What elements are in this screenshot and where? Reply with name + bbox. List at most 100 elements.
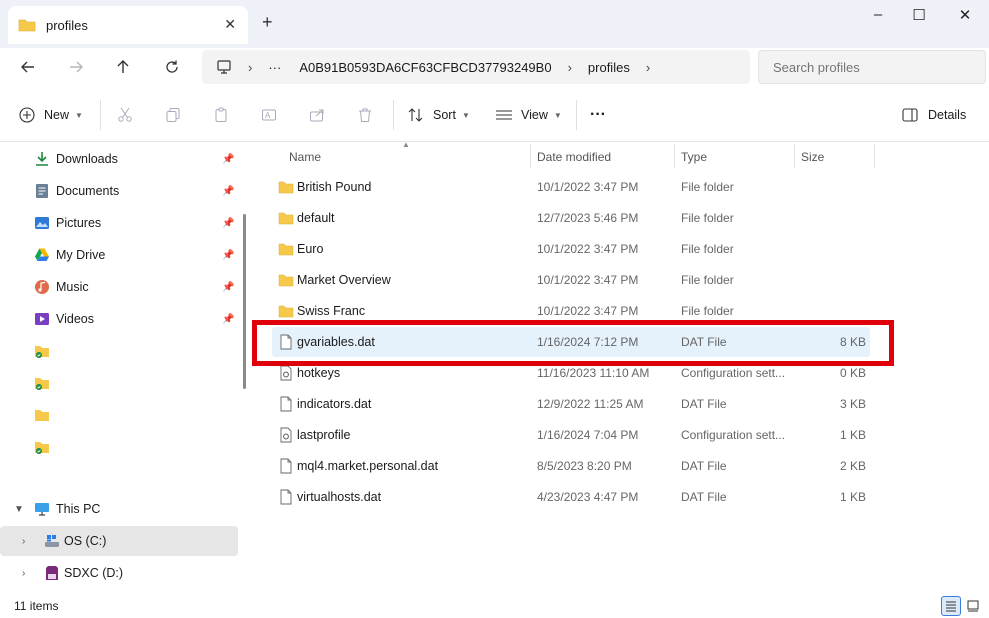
search-input[interactable] xyxy=(758,50,986,84)
breadcrumb-segment[interactable]: A0B91B0593DA6CF63CFBCD37793249B0 xyxy=(299,60,551,75)
sidebar-item-folder[interactable] xyxy=(0,400,238,430)
sidebar-item-music[interactable]: Music 📌 xyxy=(0,272,238,302)
more-options-button[interactable]: ··· xyxy=(590,102,606,128)
folder-icon xyxy=(278,243,294,256)
share-icon xyxy=(304,102,330,128)
sidebar-item-folder[interactable] xyxy=(0,336,238,366)
file-type: Configuration sett... xyxy=(681,366,786,380)
file-row[interactable]: Euro 10/1/2022 3:47 PM File folder xyxy=(272,234,870,264)
chevron-right-icon[interactable]: › xyxy=(646,60,650,75)
computer-icon xyxy=(217,60,231,74)
synced-folder-icon xyxy=(35,378,49,390)
sidebar-item-downloads[interactable]: Downloads 📌 xyxy=(0,144,238,174)
file-row[interactable]: virtualhosts.dat 4/23/2023 4:47 PM DAT Fil… xyxy=(272,482,870,512)
paste-icon xyxy=(208,102,234,128)
sidebar-item-videos[interactable]: Videos 📌 xyxy=(0,304,238,334)
music-icon xyxy=(35,280,49,294)
delete-button[interactable] xyxy=(352,102,378,128)
file-type: DAT File xyxy=(681,397,727,411)
new-tab-button[interactable]: + xyxy=(262,12,273,33)
view-button[interactable]: View ▼ xyxy=(495,102,562,128)
file-row[interactable]: Market Overview 10/1/2022 3:47 PM File fol… xyxy=(272,265,870,295)
column-divider[interactable] xyxy=(794,144,795,168)
file-icon xyxy=(280,396,292,412)
file-name: virtualhosts.dat xyxy=(297,490,382,504)
address-bar[interactable]: › ··· A0B91B0593DA6CF63CFBCD37793249B0 ›… xyxy=(202,50,750,84)
folder-icon xyxy=(18,19,36,32)
tab-profiles[interactable]: profiles ✕ xyxy=(8,6,248,44)
paste-button[interactable] xyxy=(208,102,234,128)
file-name: default xyxy=(297,211,335,225)
column-divider[interactable] xyxy=(674,144,675,168)
file-date-modified: 10/1/2022 3:47 PM xyxy=(537,304,639,318)
file-size: 3 KB xyxy=(839,397,866,411)
chevron-right-icon: › xyxy=(248,59,253,75)
details-view-button[interactable] xyxy=(941,596,961,616)
column-size[interactable]: Size xyxy=(801,150,824,164)
item-count: 11 items xyxy=(14,599,59,613)
column-divider[interactable] xyxy=(530,144,531,168)
copy-icon xyxy=(160,102,186,128)
sidebar-scrollbar[interactable] xyxy=(243,214,246,389)
details-pane-button[interactable]: Details xyxy=(902,102,966,128)
sidebar-item-os-drive[interactable]: › OS (C:) xyxy=(0,526,238,556)
copy-button[interactable] xyxy=(160,102,186,128)
minimize-button[interactable]: – xyxy=(858,6,898,26)
file-row[interactable]: mql4.market.personal.dat 8/5/2023 8:20 PM… xyxy=(272,451,870,481)
chevron-right-icon[interactable]: › xyxy=(22,568,25,579)
address-ellipsis[interactable]: ··· xyxy=(268,60,281,75)
file-row[interactable]: British Pound 10/1/2022 3:47 PM File folde… xyxy=(272,172,870,202)
large-icons-view-button[interactable] xyxy=(963,596,983,616)
sort-button[interactable]: Sort ▼ xyxy=(407,102,470,128)
column-type[interactable]: Type xyxy=(681,150,707,164)
close-tab-icon[interactable]: ✕ xyxy=(224,16,236,33)
breadcrumb-segment[interactable]: profiles xyxy=(588,60,630,75)
maximize-button[interactable]: ☐ xyxy=(899,6,939,26)
pin-icon: 📌 xyxy=(222,313,235,325)
chevron-right-icon[interactable]: › xyxy=(568,60,572,75)
view-icon xyxy=(496,110,512,120)
sidebar-item-this-pc[interactable]: ▼ This PC xyxy=(0,494,238,524)
file-date-modified: 8/5/2023 8:20 PM xyxy=(537,459,632,473)
column-date-modified[interactable]: Date modified xyxy=(537,150,611,164)
pin-icon: 📌 xyxy=(222,249,235,261)
cut-button[interactable] xyxy=(112,102,138,128)
file-icon xyxy=(280,458,292,474)
file-date-modified: 10/1/2022 3:47 PM xyxy=(537,273,639,287)
sidebar-item-label: SDXC (D:) xyxy=(64,566,124,580)
file-row[interactable]: default 12/7/2023 5:46 PM File folder xyxy=(272,203,870,233)
file-type: Configuration sett... xyxy=(681,428,786,442)
column-divider[interactable] xyxy=(874,144,875,168)
sidebar-item-folder[interactable] xyxy=(0,432,238,462)
folder-icon xyxy=(278,274,294,287)
file-date-modified: 12/9/2022 11:25 AM xyxy=(537,397,644,411)
sidebar-item-folder[interactable] xyxy=(0,368,238,398)
details-label: Details xyxy=(928,108,967,122)
sort-ascending-icon: ▲ xyxy=(402,140,410,149)
rename-button[interactable]: A xyxy=(256,102,282,128)
new-button[interactable]: New ▼ xyxy=(18,102,83,128)
rename-icon: A xyxy=(256,102,282,128)
forward-button[interactable] xyxy=(61,52,91,82)
refresh-button[interactable] xyxy=(157,52,187,82)
file-name: British Pound xyxy=(297,180,372,194)
file-row[interactable]: indicators.dat 12/9/2022 11:25 AM DAT File… xyxy=(272,389,870,419)
file-row[interactable]: lastprofile 1/16/2024 7:04 PM Configuratio… xyxy=(272,420,870,450)
close-window-button[interactable]: ✕ xyxy=(945,6,985,26)
sidebar-item-pictures[interactable]: Pictures 📌 xyxy=(0,208,238,238)
chevron-down-icon[interactable]: ▼ xyxy=(14,504,24,515)
sidebar-item-label: My Drive xyxy=(56,248,106,262)
sidebar-item-label: This PC xyxy=(56,502,101,516)
back-button[interactable] xyxy=(13,52,43,82)
column-name[interactable]: Name xyxy=(289,150,321,164)
sidebar-item-sdxc-drive[interactable]: › SDXC (D:) xyxy=(0,558,238,588)
folder-icon xyxy=(35,410,49,421)
share-button[interactable] xyxy=(304,102,330,128)
details-pane-icon xyxy=(902,108,918,122)
chevron-right-icon[interactable]: › xyxy=(22,536,25,547)
sidebar-item-label: Pictures xyxy=(56,216,102,230)
sidebar-item-my-drive[interactable]: My Drive 📌 xyxy=(0,240,238,270)
sidebar-item-documents[interactable]: Documents 📌 xyxy=(0,176,238,206)
up-button[interactable] xyxy=(108,52,138,82)
drive-icon xyxy=(45,535,59,547)
